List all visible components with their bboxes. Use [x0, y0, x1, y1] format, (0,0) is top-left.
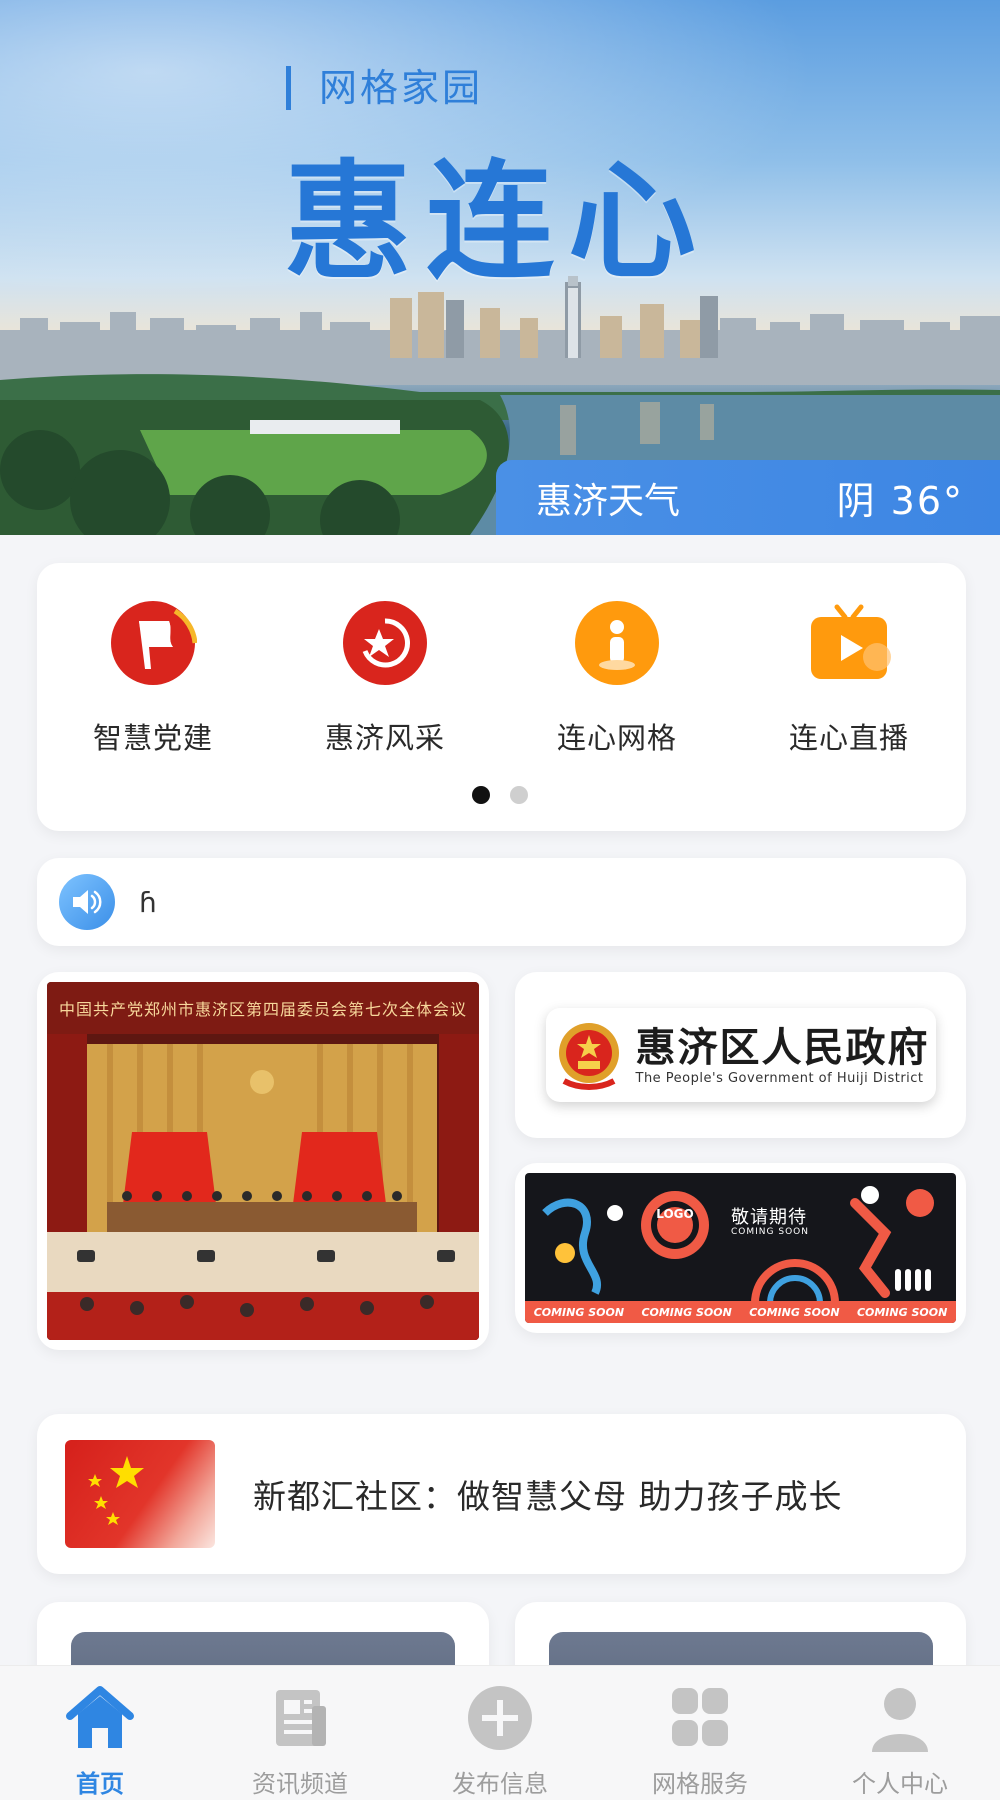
coming-soon-title: 敬请期待 [731, 1207, 807, 1228]
carousel-dot[interactable] [510, 786, 528, 804]
logo-placeholder-text: LOGO [656, 1207, 694, 1221]
tab-grid-service[interactable]: 网格服务 [600, 1666, 800, 1800]
tab-label: 网格服务 [652, 1770, 748, 1798]
menu-label: 智慧党建 [92, 721, 213, 755]
carousel-indicator [0, 786, 1000, 804]
menu-label: 连心直播 [788, 721, 909, 755]
strip-text: COMING SOON [749, 1305, 840, 1319]
notice-text: ɦ [139, 885, 157, 919]
news-list-item[interactable]: 新都汇社区：做智慧父母 助力孩子成长 [37, 1414, 966, 1574]
weather-value: 阴 36° [836, 479, 964, 523]
grid-icon [672, 1688, 728, 1746]
tab-label: 发布信息 [452, 1770, 548, 1798]
tab-publish[interactable]: 发布信息 [400, 1666, 600, 1800]
coming-soon-poster: LOGO 敬请期待 COMING SOON COMING SOON COMING… [525, 1173, 956, 1323]
tab-label: 个人中心 [852, 1770, 948, 1798]
coming-soon-subtitle: COMING SOON [731, 1227, 809, 1237]
person-pin-icon [573, 599, 661, 687]
menu-item-huiji-style[interactable]: 惠济风采 [269, 599, 501, 757]
government-link-tile[interactable]: 惠济区人民政府 The People's Government of Huiji… [515, 972, 966, 1138]
hero-banner: 网格家园 惠连心 惠济天气 阴 36° [0, 0, 1000, 535]
meeting-photo: 中国共产党郑州市惠济区第四届委员会第七次全体会议 [47, 982, 479, 1340]
banner-subtitle: 网格家园 [286, 66, 483, 110]
national-emblem-icon [558, 1023, 619, 1090]
tab-profile[interactable]: 个人中心 [800, 1666, 1000, 1800]
menu-label: 惠济风采 [324, 721, 445, 755]
news-title: 新都汇社区：做智慧父母 助力孩子成长 [253, 1477, 843, 1516]
tv-play-icon [805, 599, 893, 687]
menu-label: 连心网格 [556, 721, 677, 755]
plus-circle-icon [468, 1686, 532, 1750]
national-flag-thumbnail [65, 1440, 215, 1548]
carousel-dot-active[interactable] [472, 786, 490, 804]
meeting-photo-tile[interactable]: 中国共产党郑州市惠济区第四届委员会第七次全体会议 [37, 972, 489, 1350]
weather-label: 惠济天气 [536, 480, 681, 522]
app-title: 惠连心 [284, 147, 711, 297]
home-icon [66, 1686, 134, 1748]
tab-news-channel[interactable]: 资讯频道 [200, 1666, 400, 1800]
coming-soon-tile[interactable]: LOGO 敬请期待 COMING SOON COMING SOON COMING… [515, 1163, 966, 1333]
government-name: 惠济区人民政府 [635, 1024, 930, 1071]
speaker-icon [59, 874, 115, 930]
strip-text: COMING SOON [856, 1305, 948, 1319]
party-flag-icon [109, 599, 198, 687]
tab-home[interactable]: 首页 [0, 1666, 200, 1800]
menu-item-smart-party[interactable]: 智慧党建 [37, 599, 269, 757]
menu-item-live[interactable]: 连心直播 [733, 599, 965, 757]
weather-bar[interactable]: 惠济天气 阴 36° [496, 460, 1000, 535]
coming-soon-strip: COMING SOON COMING SOON COMING SOON COMI… [525, 1301, 956, 1323]
notice-bar[interactable]: ɦ [37, 858, 966, 946]
news-icon [276, 1690, 326, 1746]
user-icon [872, 1688, 928, 1752]
tab-label: 首页 [76, 1770, 124, 1798]
tab-label: 资讯频道 [252, 1770, 348, 1798]
government-logo: 惠济区人民政府 The People's Government of Huiji… [545, 1008, 936, 1102]
menu-item-grid[interactable]: 连心网格 [501, 599, 733, 757]
bottom-tab-bar: 首页 资讯频道 发布信息 网格服务 个人中心 [0, 1665, 1000, 1800]
strip-text: COMING SOON [641, 1305, 732, 1319]
star-emblem-icon [341, 599, 429, 687]
strip-text: COMING SOON [533, 1305, 625, 1319]
government-name-en: The People's Government of Huiji Distric… [635, 1070, 924, 1086]
